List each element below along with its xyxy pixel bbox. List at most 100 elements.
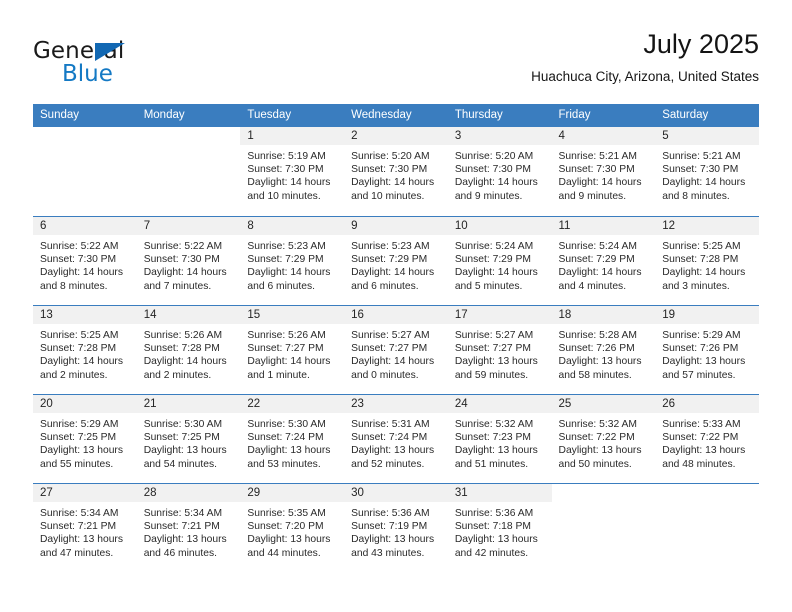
day-cell[interactable]: 23 Sunrise: 5:31 AM Sunset: 7:24 PM Dayligh… [344,394,448,483]
day-number: 12 [655,217,759,235]
day-sun-info: Sunrise: 5:32 AM Sunset: 7:23 PM Daylight:… [448,413,552,471]
sunset-text: Sunset: 7:18 PM [454,521,531,533]
day-cell[interactable]: 4 Sunrise: 5:21 AM Sunset: 7:30 PM Daylight… [551,127,656,216]
day-cell[interactable]: 26 Sunrise: 5:33 AM Sunset: 7:22 PM Dayligh… [655,394,759,483]
sunrise-text: Sunrise: 5:24 AM [558,241,637,252]
weekday-header-wednesday: Wednesday [344,104,448,127]
daylight-text: Daylight: 13 hours and 50 minutes. [558,445,642,470]
sunset-text: Sunset: 7:19 PM [351,521,428,533]
day-sun-info: Sunrise: 5:21 AM Sunset: 7:30 PM Daylight:… [552,145,656,203]
day-number: 10 [447,217,552,235]
sunrise-text: Sunrise: 5:33 AM [662,419,741,430]
day-sun-info: Sunrise: 5:33 AM Sunset: 7:22 PM Daylight:… [655,413,759,471]
day-cell[interactable]: 1 Sunrise: 5:19 AM Sunset: 7:30 PM Daylight… [240,127,345,216]
calendar-week-row: 27 Sunrise: 5:34 AM Sunset: 7:21 PM Dayligh… [33,483,759,572]
day-number: 30 [344,484,448,502]
day-cell[interactable]: 13 Sunrise: 5:25 AM Sunset: 7:28 PM Dayligh… [33,305,137,394]
sunset-text: Sunset: 7:22 PM [662,432,739,444]
sunset-text: Sunset: 7:25 PM [143,432,220,444]
daylight-text: Daylight: 14 hours and 6 minutes. [247,267,331,292]
day-sun-info: Sunrise: 5:28 AM Sunset: 7:26 PM Daylight:… [552,324,656,382]
day-sun-info: Sunrise: 5:22 AM Sunset: 7:30 PM Daylight:… [137,235,241,293]
day-number: 4 [551,127,656,145]
day-cell[interactable]: 10 Sunrise: 5:24 AM Sunset: 7:29 PM Dayligh… [447,216,552,305]
day-number: 20 [33,395,137,413]
day-cell[interactable]: 28 Sunrise: 5:34 AM Sunset: 7:21 PM Dayligh… [136,483,241,572]
sunset-text: Sunset: 7:30 PM [454,164,531,176]
day-cell[interactable]: 11 Sunrise: 5:24 AM Sunset: 7:29 PM Dayligh… [551,216,656,305]
sunrise-text: Sunrise: 5:36 AM [454,508,534,519]
day-sun-info: Sunrise: 5:34 AM Sunset: 7:21 PM Daylight:… [33,502,137,560]
day-number: 29 [240,484,345,502]
day-cell[interactable]: 25 Sunrise: 5:32 AM Sunset: 7:22 PM Dayligh… [551,394,656,483]
day-cell[interactable]: 30 Sunrise: 5:36 AM Sunset: 7:19 PM Dayligh… [344,483,448,572]
weekday-header-sunday: Sunday [33,104,137,127]
day-cell[interactable]: 8 Sunrise: 5:23 AM Sunset: 7:29 PM Daylight… [240,216,345,305]
daylight-text: Daylight: 14 hours and 6 minutes. [351,267,435,292]
day-sun-info: Sunrise: 5:22 AM Sunset: 7:30 PM Daylight:… [33,235,137,293]
day-sun-info: Sunrise: 5:35 AM Sunset: 7:20 PM Daylight:… [240,502,344,560]
sunset-text: Sunset: 7:29 PM [454,254,531,266]
day-number: 3 [447,127,552,145]
day-sun-info: Sunrise: 5:23 AM Sunset: 7:29 PM Daylight:… [240,235,344,293]
sunset-text: Sunset: 7:27 PM [247,343,324,355]
sunrise-text: Sunrise: 5:20 AM [454,151,534,162]
day-cell[interactable]: 3 Sunrise: 5:20 AM Sunset: 7:30 PM Daylight… [447,127,552,216]
day-number: 18 [551,306,656,324]
day-cell[interactable]: 31 Sunrise: 5:36 AM Sunset: 7:18 PM Dayligh… [447,483,552,572]
day-sun-info: Sunrise: 5:24 AM Sunset: 7:29 PM Daylight:… [448,235,552,293]
day-sun-info: Sunrise: 5:31 AM Sunset: 7:24 PM Daylight:… [344,413,448,471]
daylight-text: Daylight: 14 hours and 10 minutes. [351,177,435,202]
sunrise-text: Sunrise: 5:34 AM [143,508,223,519]
sunset-text: Sunset: 7:20 PM [247,521,324,533]
sunrise-text: Sunrise: 5:36 AM [351,508,430,519]
sunset-text: Sunset: 7:25 PM [40,432,117,444]
daylight-text: Daylight: 14 hours and 8 minutes. [662,177,746,202]
daylight-text: Daylight: 14 hours and 7 minutes. [143,267,227,292]
sunrise-text: Sunrise: 5:27 AM [454,330,534,341]
day-cell[interactable]: 16 Sunrise: 5:27 AM Sunset: 7:27 PM Dayligh… [344,305,448,394]
day-cell[interactable]: 19 Sunrise: 5:29 AM Sunset: 7:26 PM Dayligh… [655,305,759,394]
day-cell[interactable]: 22 Sunrise: 5:30 AM Sunset: 7:24 PM Dayligh… [240,394,345,483]
day-sun-info: Sunrise: 5:29 AM Sunset: 7:26 PM Daylight:… [655,324,759,382]
daylight-text: Daylight: 14 hours and 2 minutes. [40,356,123,381]
day-cell-empty [551,483,656,572]
sunrise-text: Sunrise: 5:21 AM [662,151,741,162]
day-cell[interactable]: 21 Sunrise: 5:30 AM Sunset: 7:25 PM Dayligh… [136,394,241,483]
daylight-text: Daylight: 14 hours and 5 minutes. [454,267,538,292]
day-sun-info: Sunrise: 5:26 AM Sunset: 7:28 PM Daylight:… [137,324,241,382]
day-cell[interactable]: 27 Sunrise: 5:34 AM Sunset: 7:21 PM Dayligh… [33,483,137,572]
page-subtitle: Huachuca City, Arizona, United States [531,69,759,84]
day-cell[interactable]: 6 Sunrise: 5:22 AM Sunset: 7:30 PM Daylight… [33,216,137,305]
sunrise-text: Sunrise: 5:35 AM [247,508,326,519]
daylight-text: Daylight: 14 hours and 4 minutes. [558,267,642,292]
weekday-header-friday: Friday [551,104,656,127]
sunrise-text: Sunrise: 5:28 AM [558,330,637,341]
day-number [655,484,759,502]
day-cell[interactable]: 7 Sunrise: 5:22 AM Sunset: 7:30 PM Daylight… [136,216,241,305]
sunrise-text: Sunrise: 5:26 AM [247,330,326,341]
daylight-text: Daylight: 13 hours and 46 minutes. [143,534,227,559]
day-cell[interactable]: 12 Sunrise: 5:25 AM Sunset: 7:28 PM Dayligh… [655,216,759,305]
sunrise-text: Sunrise: 5:32 AM [558,419,637,430]
weekday-header-saturday: Saturday [655,104,759,127]
sunrise-text: Sunrise: 5:34 AM [40,508,119,519]
sunset-text: Sunset: 7:30 PM [558,164,635,176]
day-cell[interactable]: 14 Sunrise: 5:26 AM Sunset: 7:28 PM Dayligh… [136,305,241,394]
day-cell[interactable]: 9 Sunrise: 5:23 AM Sunset: 7:29 PM Daylight… [344,216,448,305]
day-cell[interactable]: 5 Sunrise: 5:21 AM Sunset: 7:30 PM Daylight… [655,127,759,216]
day-number: 31 [447,484,552,502]
day-cell[interactable]: 18 Sunrise: 5:28 AM Sunset: 7:26 PM Dayligh… [551,305,656,394]
day-number: 28 [136,484,241,502]
day-cell[interactable]: 24 Sunrise: 5:32 AM Sunset: 7:23 PM Dayligh… [447,394,552,483]
day-cell[interactable]: 29 Sunrise: 5:35 AM Sunset: 7:20 PM Dayligh… [240,483,345,572]
day-number: 6 [33,217,137,235]
day-cell[interactable]: 15 Sunrise: 5:26 AM Sunset: 7:27 PM Dayligh… [240,305,345,394]
day-number: 13 [33,306,137,324]
day-cell[interactable]: 20 Sunrise: 5:29 AM Sunset: 7:25 PM Dayligh… [33,394,137,483]
day-cell[interactable]: 17 Sunrise: 5:27 AM Sunset: 7:27 PM Dayligh… [447,305,552,394]
day-number: 1 [240,127,345,145]
daylight-text: Daylight: 13 hours and 59 minutes. [454,356,538,381]
daylight-text: Daylight: 13 hours and 47 minutes. [40,534,123,559]
day-cell[interactable]: 2 Sunrise: 5:20 AM Sunset: 7:30 PM Daylight… [344,127,448,216]
